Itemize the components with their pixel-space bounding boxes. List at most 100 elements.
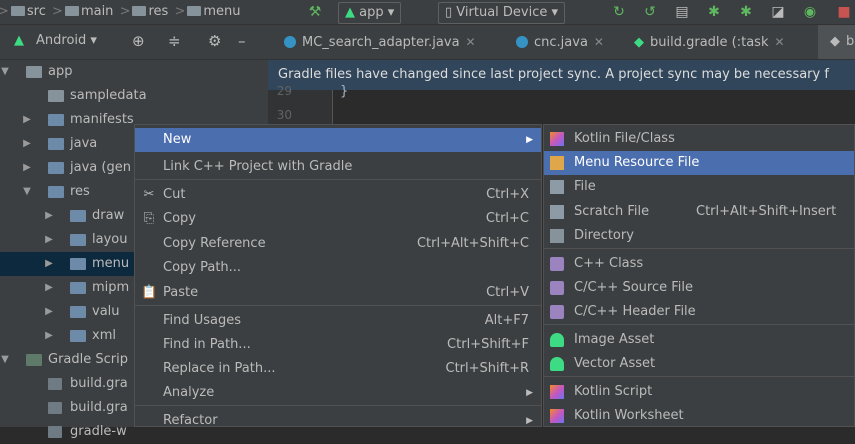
editor-tab-bar: MC_search_adapter.java ✕ cnc.java ✕ ◆ build… <box>268 25 855 60</box>
project-view-selector[interactable]: Android ▾ <box>36 33 97 48</box>
menu-item-label: File <box>574 179 596 194</box>
folder-icon <box>48 186 64 198</box>
chevron-right-icon[interactable]: ▶ <box>44 276 54 300</box>
menu-item-copy-path[interactable]: Copy Path... <box>135 256 541 280</box>
folder-icon <box>70 330 86 342</box>
run-config-selector[interactable]: ▲ app ▾ <box>338 2 402 24</box>
menu-item-label: Kotlin Script <box>574 384 653 399</box>
menu-item-new[interactable]: New ▶ <box>135 128 541 152</box>
menu-separator <box>135 179 541 180</box>
sync-icon[interactable]: ◉ <box>801 3 819 21</box>
chevron-down-icon[interactable]: ▼ <box>0 348 10 372</box>
attach-debugger-icon[interactable]: ◪ <box>769 3 787 21</box>
hide-panel-icon[interactable]: – <box>238 32 246 50</box>
apply-changes-icon[interactable]: ↻ <box>610 3 628 21</box>
new-menu-item-menu-resource-file[interactable]: Menu Resource File <box>544 151 854 175</box>
menu-item-label: Scratch File <box>574 204 650 219</box>
new-menu-item-kotlin-worksheet[interactable]: Kotlin Worksheet <box>544 404 854 428</box>
chevron-down-icon[interactable]: ▼ <box>0 60 10 84</box>
breadcrumb: > src > main > res > menu <box>0 4 241 19</box>
new-menu-item-c-c-header-file[interactable]: C/C++ Header File <box>544 300 854 324</box>
debug-icon[interactable]: ✱ <box>705 3 723 21</box>
menu-item-label: Copy <box>163 211 196 226</box>
menu-item-refactor[interactable]: Refactor ▶ <box>135 409 541 433</box>
new-submenu: Kotlin File/Class Menu Resource File File S… <box>543 124 855 427</box>
menu-item-label: New <box>163 132 192 147</box>
new-menu-item-c-class[interactable]: C++ Class <box>544 252 854 276</box>
menu-item-label: Find Usages <box>163 313 242 328</box>
menu-separator <box>544 324 854 325</box>
menu-item-link-c-project-with-gradle[interactable]: Link C++ Project with Gradle <box>135 155 541 179</box>
menu-item-paste[interactable]: 📋 Paste Ctrl+V <box>135 281 541 305</box>
new-menu-item-image-asset[interactable]: Image Asset <box>544 328 854 352</box>
copy-icon: ⎘ <box>143 211 155 226</box>
new-menu-item-c-c-source-file[interactable]: C/C++ Source File <box>544 276 854 300</box>
breadcrumb-item-menu[interactable]: menu <box>203 4 240 19</box>
chevron-right-icon[interactable]: ▶ <box>22 132 32 156</box>
new-menu-item-vector-asset[interactable]: Vector Asset <box>544 352 854 376</box>
tab-build-gradle[interactable]: ◆ build.gradle (:task ✕ <box>634 25 785 59</box>
tree-item-label: xml <box>92 328 116 343</box>
new-menu-item-kotlin-file-class[interactable]: Kotlin File/Class <box>544 127 854 151</box>
breadcrumb-item-main[interactable]: main <box>81 4 113 19</box>
new-menu-item-scratch-file[interactable]: Scratch File Ctrl+Alt+Shift+Insert <box>544 200 854 224</box>
chevron-right-icon[interactable]: ▶ <box>44 324 54 348</box>
java-class-icon <box>516 36 528 48</box>
menu-item-replace-in-path[interactable]: Replace in Path... Ctrl+Shift+R <box>135 357 541 381</box>
tree-item[interactable]: sampledata <box>0 84 268 108</box>
apply-code-changes-icon[interactable]: ↺ <box>641 3 659 21</box>
chevron-right-icon[interactable]: ▶ <box>44 204 54 228</box>
chevron-right-icon[interactable]: ▶ <box>22 108 32 132</box>
menu-item-label: Refactor <box>163 413 218 428</box>
tree-item-label: Gradle Scrip <box>48 352 128 367</box>
chevron-down-icon[interactable]: ▼ <box>22 180 32 204</box>
menu-item-find-in-path[interactable]: Find in Path... Ctrl+Shift+F <box>135 333 541 357</box>
tab-active[interactable]: ◆ b <box>818 25 855 59</box>
menu-item-label: Copy Path... <box>163 260 242 275</box>
menu-item-label: Image Asset <box>574 332 655 347</box>
device-selector[interactable]: ▯ Virtual Device ▾ <box>438 2 566 24</box>
menu-item-copy[interactable]: ⎘ Copy Ctrl+C <box>135 207 541 231</box>
folder-icon <box>70 306 86 318</box>
tab-cnc-java[interactable]: cnc.java ✕ <box>516 25 604 59</box>
kotlin-icon <box>550 132 564 146</box>
chevron-right-icon[interactable]: ▶ <box>22 156 32 180</box>
chevron-right-icon[interactable]: ▶ <box>44 252 54 276</box>
menu-item-analyze[interactable]: Analyze ▶ <box>135 381 541 405</box>
locate-icon[interactable]: ⊕ <box>132 32 145 50</box>
gradle-icon <box>26 354 42 366</box>
new-menu-item-file[interactable]: File <box>544 175 854 199</box>
menu-item-copy-reference[interactable]: Copy Reference Ctrl+Alt+Shift+C <box>135 232 541 256</box>
menu-item-shortcut: Ctrl+Shift+F <box>447 337 529 352</box>
menu-item-label: Copy Reference <box>163 236 266 251</box>
chevron-right-icon[interactable]: ▶ <box>44 300 54 324</box>
tree-item-label: build.gra <box>70 400 128 415</box>
menu-item-find-usages[interactable]: Find Usages Alt+F7 <box>135 309 541 333</box>
tree-item-label: res <box>70 184 90 199</box>
menu-separator <box>135 405 541 406</box>
tab-mc-search-adapter[interactable]: MC_search_adapter.java ✕ <box>284 25 476 59</box>
breadcrumb-item-res[interactable]: res <box>148 4 168 19</box>
new-menu-item-directory[interactable]: Directory <box>544 224 854 248</box>
file-icon <box>550 180 564 194</box>
menu-item-cut[interactable]: ✂ Cut Ctrl+X <box>135 183 541 207</box>
breadcrumb-item-src[interactable]: src <box>27 4 46 19</box>
collapse-all-icon[interactable]: ≑ <box>168 32 181 50</box>
stop-icon[interactable]: ■ <box>835 3 853 21</box>
menu-separator <box>135 305 541 306</box>
tree-item[interactable]: ▼ app <box>0 60 268 84</box>
project-panel-header: ▲ Android ▾ ⊕ ≑ ⚙ – <box>0 25 268 60</box>
close-icon[interactable]: ✕ <box>594 35 604 49</box>
chevron-right-icon[interactable]: ▶ <box>44 228 54 252</box>
android-icon: ▲ <box>14 33 24 48</box>
gear-icon[interactable]: ⚙ <box>208 32 221 50</box>
profile-icon[interactable]: ✱ <box>737 3 755 21</box>
paste-icon: 📋 <box>141 285 158 300</box>
new-menu-item-kotlin-script[interactable]: Kotlin Script <box>544 380 854 404</box>
coverage-icon[interactable]: ▤ <box>673 3 691 21</box>
build-hammer-icon[interactable]: ⚒ <box>306 3 324 21</box>
close-icon[interactable]: ✕ <box>774 35 784 49</box>
menu-item-label: C++ Class <box>574 256 644 271</box>
gradle-file-icon <box>48 426 62 438</box>
close-icon[interactable]: ✕ <box>466 35 476 49</box>
